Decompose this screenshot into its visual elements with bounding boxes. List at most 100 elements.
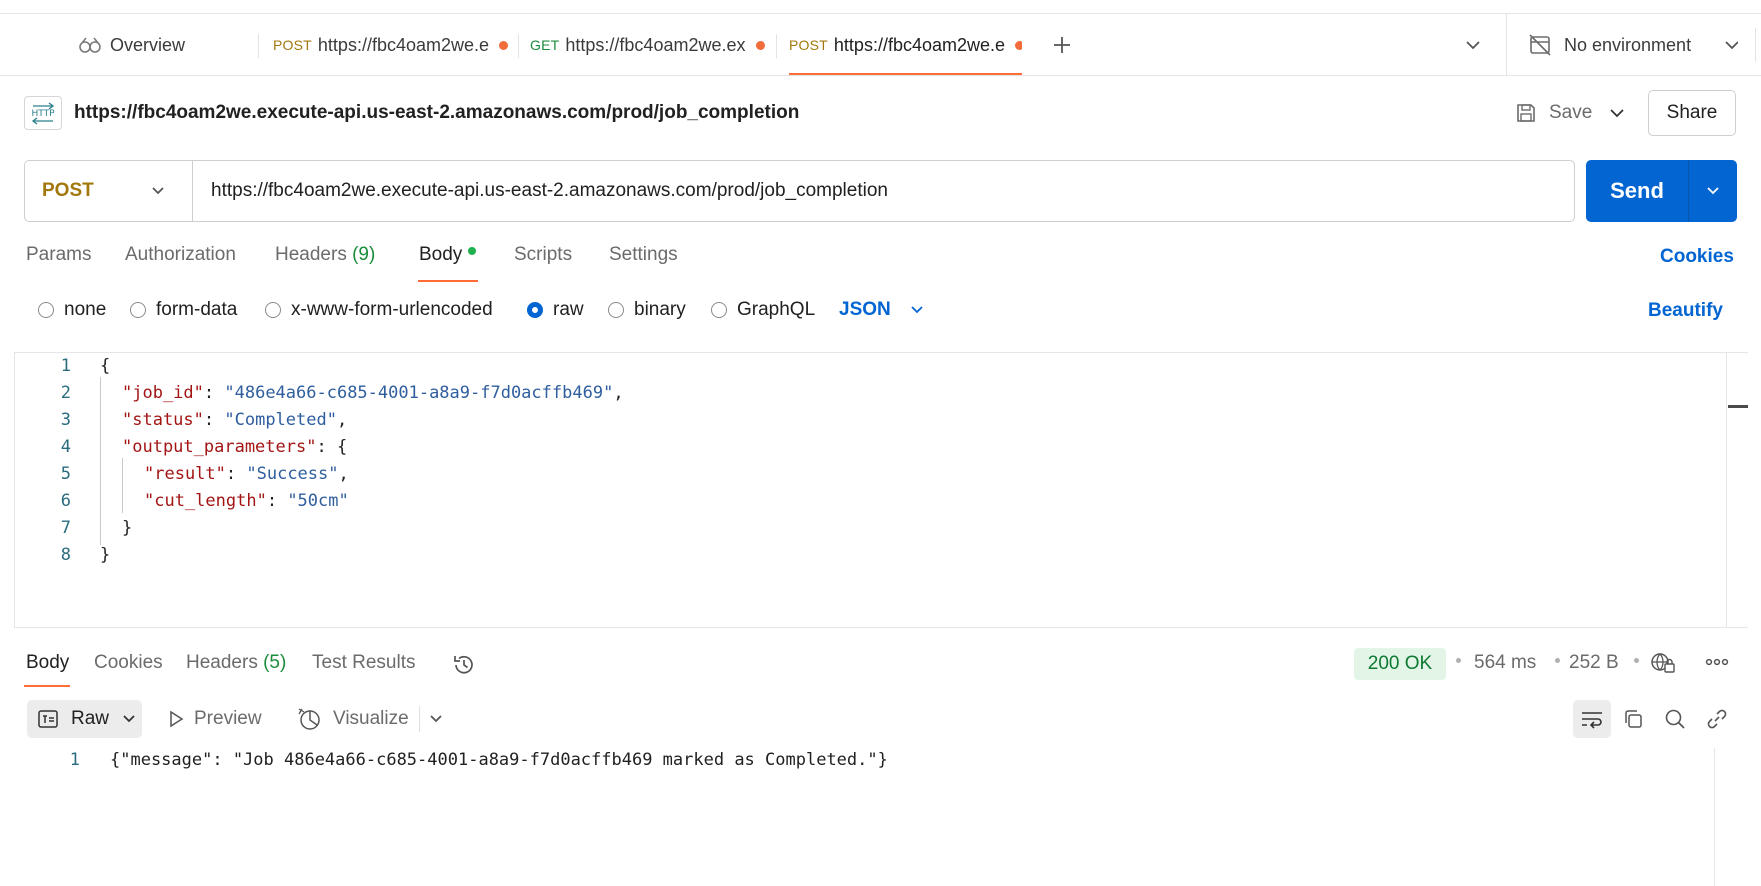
method-select[interactable]: POST xyxy=(42,160,166,222)
radio-label: none xyxy=(64,299,107,320)
meta-separator xyxy=(1634,658,1639,663)
share-button[interactable]: Share xyxy=(1648,90,1736,136)
link-icon xyxy=(1706,708,1728,730)
radio-form-data[interactable]: form-data xyxy=(130,298,237,322)
tab-request-2[interactable]: GET https://fbc4oam2we.exe xyxy=(530,14,765,76)
environment-selector[interactable]: No environment xyxy=(1528,14,1738,76)
code-line-4: "output_parameters": { xyxy=(122,437,348,457)
unsaved-dot-icon xyxy=(499,40,509,50)
line-number: 1 xyxy=(60,356,71,376)
http-icon-text: HTTP xyxy=(31,109,55,119)
radio-raw[interactable]: raw xyxy=(527,298,584,322)
visualize-button[interactable]: Visualize xyxy=(297,700,409,738)
format-label: JSON xyxy=(839,299,891,320)
tab-body-label: Body xyxy=(419,244,463,265)
line-number: 5 xyxy=(60,464,71,484)
visualize-options-button[interactable] xyxy=(428,700,444,738)
tab-request-3-active[interactable]: POST https://fbc4oam2we.e xyxy=(789,14,1022,76)
network-info-button[interactable] xyxy=(1650,651,1676,675)
view-mode-label: Raw xyxy=(71,708,110,729)
chevron-down-icon xyxy=(121,713,137,725)
tab-label: https://fbc4oam2we.e xyxy=(317,34,490,55)
radio-label: form-data xyxy=(156,299,238,320)
no-environment-icon xyxy=(1528,33,1552,57)
http-request-icon: HTTP xyxy=(24,96,62,130)
env-divider xyxy=(1506,14,1507,76)
tab-params[interactable]: Params xyxy=(26,244,91,266)
response-line-number: 1 xyxy=(69,750,80,770)
send-options-button[interactable] xyxy=(1689,160,1737,222)
tab-label: https://fbc4oam2we.exe xyxy=(565,34,746,55)
meta-separator xyxy=(1456,658,1461,663)
tab-body[interactable]: Body xyxy=(419,244,477,266)
active-tab-indicator xyxy=(789,73,1022,75)
url-input[interactable]: https://fbc4oam2we.execute-api.us-east-2… xyxy=(211,160,888,222)
play-icon xyxy=(168,710,184,728)
response-scrollbar[interactable] xyxy=(1714,748,1715,886)
preview-button[interactable]: Preview xyxy=(168,700,262,738)
line-number: 4 xyxy=(60,437,71,457)
history-button[interactable] xyxy=(451,652,477,678)
tab-overview[interactable]: Overview xyxy=(78,14,185,76)
indent-guide xyxy=(100,377,101,545)
active-request-tab-indicator xyxy=(418,280,478,282)
radio-none[interactable]: none xyxy=(38,298,106,322)
visualize-icon xyxy=(297,707,323,731)
method-label: POST xyxy=(42,180,94,201)
tab-authorization[interactable]: Authorization xyxy=(125,244,236,266)
body-format-select[interactable]: JSON xyxy=(839,298,925,322)
chevron-down-icon xyxy=(1608,104,1626,122)
status-badge[interactable]: 200 OK xyxy=(1354,648,1446,680)
save-label: Save xyxy=(1549,102,1593,123)
new-tab-button[interactable] xyxy=(1052,14,1074,76)
wrap-lines-button[interactable] xyxy=(1573,700,1611,738)
cookies-link[interactable]: Cookies xyxy=(1660,246,1734,268)
radio-circle-icon xyxy=(711,302,727,318)
search-button[interactable] xyxy=(1656,700,1694,738)
save-options-button[interactable] xyxy=(1608,104,1626,122)
line-number: 8 xyxy=(60,545,71,565)
tabs-overflow-button[interactable] xyxy=(1464,14,1488,76)
response-tab-headers[interactable]: Headers (5) xyxy=(186,652,286,674)
save-icon xyxy=(1515,102,1537,124)
response-time[interactable]: 564 ms xyxy=(1474,652,1536,674)
radio-selected-icon xyxy=(527,302,543,318)
save-button[interactable]: Save xyxy=(1515,98,1592,128)
radio-binary[interactable]: binary xyxy=(608,298,686,322)
more-options-button[interactable] xyxy=(1704,654,1730,670)
chevron-down-icon xyxy=(428,713,444,725)
search-icon xyxy=(1664,708,1686,730)
tab-scripts[interactable]: Scripts xyxy=(514,244,572,266)
editor-scroll-thumb[interactable] xyxy=(1728,405,1748,408)
radio-graphql[interactable]: GraphQL xyxy=(711,298,815,322)
history-icon xyxy=(451,652,477,678)
response-size[interactable]: 252 B xyxy=(1569,652,1619,674)
tab-method: POST xyxy=(273,37,312,53)
request-title[interactable]: https://fbc4oam2we.execute-api.us-east-2… xyxy=(74,102,799,124)
beautify-button[interactable]: Beautify xyxy=(1648,300,1723,322)
radio-urlencoded[interactable]: x-www-form-urlencoded xyxy=(265,298,493,322)
chevron-down-icon xyxy=(1464,39,1482,51)
send-button[interactable]: Send xyxy=(1586,160,1688,222)
response-tab-cookies[interactable]: Cookies xyxy=(94,652,163,674)
request-body-editor[interactable]: 1 2 3 4 5 6 7 8 { "job_id": "486e4a66-c6… xyxy=(14,352,1748,628)
overview-icon xyxy=(78,36,102,54)
tab-settings[interactable]: Settings xyxy=(609,244,678,266)
code-line-8: } xyxy=(100,545,111,565)
response-tab-body[interactable]: Body xyxy=(26,652,69,674)
tab-headers[interactable]: Headers (9) xyxy=(275,244,375,266)
text-format-icon xyxy=(37,709,59,729)
view-mode-raw[interactable]: Raw xyxy=(27,700,142,738)
unsaved-dot-icon xyxy=(1015,40,1022,50)
editor-scrollbar[interactable] xyxy=(1726,353,1748,627)
response-headers-label: Headers xyxy=(186,652,258,673)
response-body-text[interactable]: {"message": "Job 486e4a66-c685-4001-a8a9… xyxy=(110,747,888,774)
copy-link-button[interactable] xyxy=(1698,700,1736,738)
radio-circle-icon xyxy=(608,302,624,318)
radio-label: GraphQL xyxy=(737,299,816,320)
response-tab-test-results[interactable]: Test Results xyxy=(312,652,415,674)
radio-circle-icon xyxy=(38,302,54,318)
copy-button[interactable] xyxy=(1614,700,1652,738)
chevron-down-icon xyxy=(1705,185,1721,197)
tab-request-1[interactable]: POST https://fbc4oam2we.e xyxy=(273,14,518,76)
